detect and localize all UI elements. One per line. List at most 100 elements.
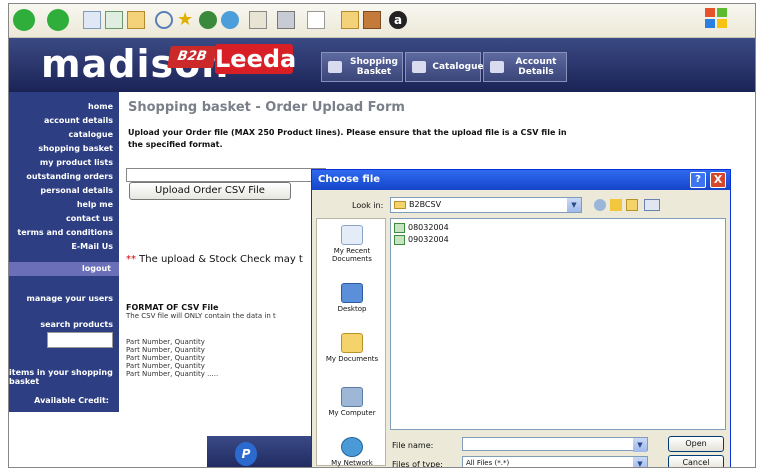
file-name: 09032004 bbox=[408, 235, 449, 244]
sidebar-item-outstanding-orders[interactable]: outstanding orders bbox=[26, 172, 113, 181]
account-icon bbox=[490, 61, 504, 73]
file-item[interactable]: 09032004 bbox=[394, 235, 449, 245]
at-icon[interactable]: a bbox=[389, 11, 407, 29]
tab-label: Catalogue bbox=[432, 62, 484, 72]
cart-icon bbox=[328, 61, 342, 73]
basket-count-text: items in your shopping basket bbox=[9, 368, 113, 386]
file-path-input[interactable] bbox=[126, 168, 326, 182]
catalogue-icon bbox=[412, 61, 426, 73]
refresh-icon[interactable] bbox=[105, 11, 123, 29]
tab-catalogue[interactable]: Catalogue bbox=[405, 52, 484, 82]
manage-users-link[interactable]: manage your users bbox=[27, 294, 114, 303]
back-nav-icon[interactable] bbox=[594, 199, 606, 211]
files-of-type-value: All Files (*.*) bbox=[466, 459, 510, 467]
search-icon[interactable] bbox=[155, 11, 173, 29]
csv-file-icon bbox=[394, 223, 405, 233]
place-recent-documents[interactable]: My Recent Documents bbox=[317, 225, 387, 263]
footer-band bbox=[207, 436, 317, 467]
sidebar-item-help-me[interactable]: help me bbox=[77, 200, 113, 209]
choose-file-dialog: Choose file ? X Look in: B2BCSV ▼ My Rec… bbox=[311, 169, 731, 468]
format-line: Part Number, Quantity ..... bbox=[126, 370, 219, 378]
warning-stars: ** bbox=[126, 254, 136, 265]
look-in-select[interactable]: B2BCSV ▼ bbox=[390, 197, 582, 213]
logout-link[interactable]: logout bbox=[9, 262, 119, 276]
dialog-title: Choose file bbox=[312, 170, 730, 190]
sidebar-item-catalogue[interactable]: catalogue bbox=[69, 130, 113, 139]
browser-window: ★ a madison B2B Leeda Shopping Basket Ca… bbox=[8, 3, 756, 468]
my-computer-icon bbox=[341, 387, 363, 407]
favorites-icon[interactable]: ★ bbox=[177, 11, 195, 29]
place-label: Desktop bbox=[337, 305, 367, 313]
place-my-documents[interactable]: My Documents bbox=[317, 333, 387, 363]
site-header: madison B2B Leeda Shopping Basket Catalo… bbox=[9, 38, 755, 92]
sidebar-item-terms[interactable]: terms and conditions bbox=[17, 228, 113, 237]
folder-icon[interactable] bbox=[363, 11, 381, 29]
home-icon[interactable] bbox=[127, 11, 145, 29]
format-line: Part Number, Quantity bbox=[126, 362, 205, 370]
intro-text: Upload your Order file (MAX 250 Product … bbox=[128, 128, 567, 149]
sidebar-item-my-product-lists[interactable]: my product lists bbox=[40, 158, 113, 167]
views-menu-icon[interactable] bbox=[644, 199, 660, 211]
tab-label: Account Details bbox=[515, 57, 557, 77]
search-products-label: search products bbox=[40, 320, 113, 329]
back-icon[interactable] bbox=[13, 9, 35, 31]
available-credit-label: Available Credit: bbox=[34, 396, 109, 405]
sidebar-item-home[interactable]: home bbox=[88, 102, 113, 111]
media-icon[interactable] bbox=[199, 11, 217, 29]
sidebar-item-personal-details[interactable]: personal details bbox=[40, 186, 113, 195]
tab-shopping-basket[interactable]: Shopping Basket bbox=[321, 52, 403, 82]
files-of-type-label: Files of type: bbox=[392, 460, 443, 468]
open-button[interactable]: Open bbox=[668, 436, 724, 452]
help-button[interactable]: ? bbox=[690, 172, 706, 188]
desktop-icon bbox=[341, 283, 363, 303]
folder-icon bbox=[394, 201, 406, 209]
forward-icon[interactable] bbox=[47, 9, 69, 31]
browser-toolbar: ★ a bbox=[9, 4, 755, 38]
recent-documents-icon bbox=[341, 225, 363, 245]
place-my-computer[interactable]: My Computer bbox=[317, 387, 387, 417]
file-list: 08032004 09032004 bbox=[390, 218, 726, 430]
close-button[interactable]: X bbox=[710, 172, 726, 188]
stop-icon[interactable] bbox=[83, 11, 101, 29]
sidebar-item-account-details[interactable]: account details bbox=[44, 116, 113, 125]
upload-order-button[interactable]: Upload Order CSV File bbox=[129, 182, 291, 200]
csv-file-icon bbox=[394, 235, 405, 245]
place-label: My Recent Documents bbox=[332, 247, 372, 263]
tab-label: Shopping Basket bbox=[350, 57, 398, 77]
tab-account-details[interactable]: Account Details bbox=[483, 52, 567, 82]
sidebar-item-email-us[interactable]: E-Mail Us bbox=[71, 242, 113, 251]
format-text: The CSV file will ONLY contain the data … bbox=[126, 312, 276, 320]
new-folder-icon[interactable] bbox=[626, 199, 638, 211]
mail-icon[interactable] bbox=[249, 11, 267, 29]
place-my-network[interactable]: My Network bbox=[317, 437, 387, 467]
chevron-down-icon[interactable]: ▼ bbox=[633, 457, 647, 467]
sidebar-item-contact-us[interactable]: contact us bbox=[66, 214, 113, 223]
cancel-button[interactable]: Cancel bbox=[668, 455, 724, 467]
discuss-icon[interactable] bbox=[341, 11, 359, 29]
file-item[interactable]: 08032004 bbox=[394, 223, 449, 233]
search-products-input[interactable] bbox=[47, 332, 113, 348]
print-icon[interactable] bbox=[277, 11, 295, 29]
file-name-input[interactable]: ▼ bbox=[462, 437, 648, 452]
chevron-down-icon[interactable]: ▼ bbox=[633, 438, 647, 452]
edit-icon[interactable] bbox=[307, 11, 325, 29]
files-of-type-select[interactable]: All Files (*.*) ▼ bbox=[462, 456, 648, 467]
sidebar-item-shopping-basket[interactable]: shopping basket bbox=[38, 144, 113, 153]
chevron-down-icon[interactable]: ▼ bbox=[567, 198, 581, 212]
page-title: Shopping basket - Order Upload Form bbox=[128, 100, 405, 115]
format-line: Part Number, Quantity bbox=[126, 338, 205, 346]
partner-logo-icon: P bbox=[235, 442, 257, 466]
up-folder-icon[interactable] bbox=[610, 199, 622, 211]
file-name: 08032004 bbox=[408, 223, 449, 232]
my-documents-icon bbox=[341, 333, 363, 353]
leeda-logo: Leeda bbox=[215, 44, 297, 74]
place-desktop[interactable]: Desktop bbox=[317, 283, 387, 313]
format-line: Part Number, Quantity bbox=[126, 346, 205, 354]
file-name-label: File name: bbox=[392, 441, 434, 450]
place-label: My Documents bbox=[325, 355, 379, 363]
places-bar: My Recent Documents Desktop My Documents… bbox=[316, 218, 387, 467]
upload-warning: ** The upload & Stock Check may t bbox=[126, 254, 303, 265]
history-icon[interactable] bbox=[221, 11, 239, 29]
windows-logo-icon bbox=[705, 8, 729, 30]
look-in-value: B2BCSV bbox=[409, 200, 442, 209]
